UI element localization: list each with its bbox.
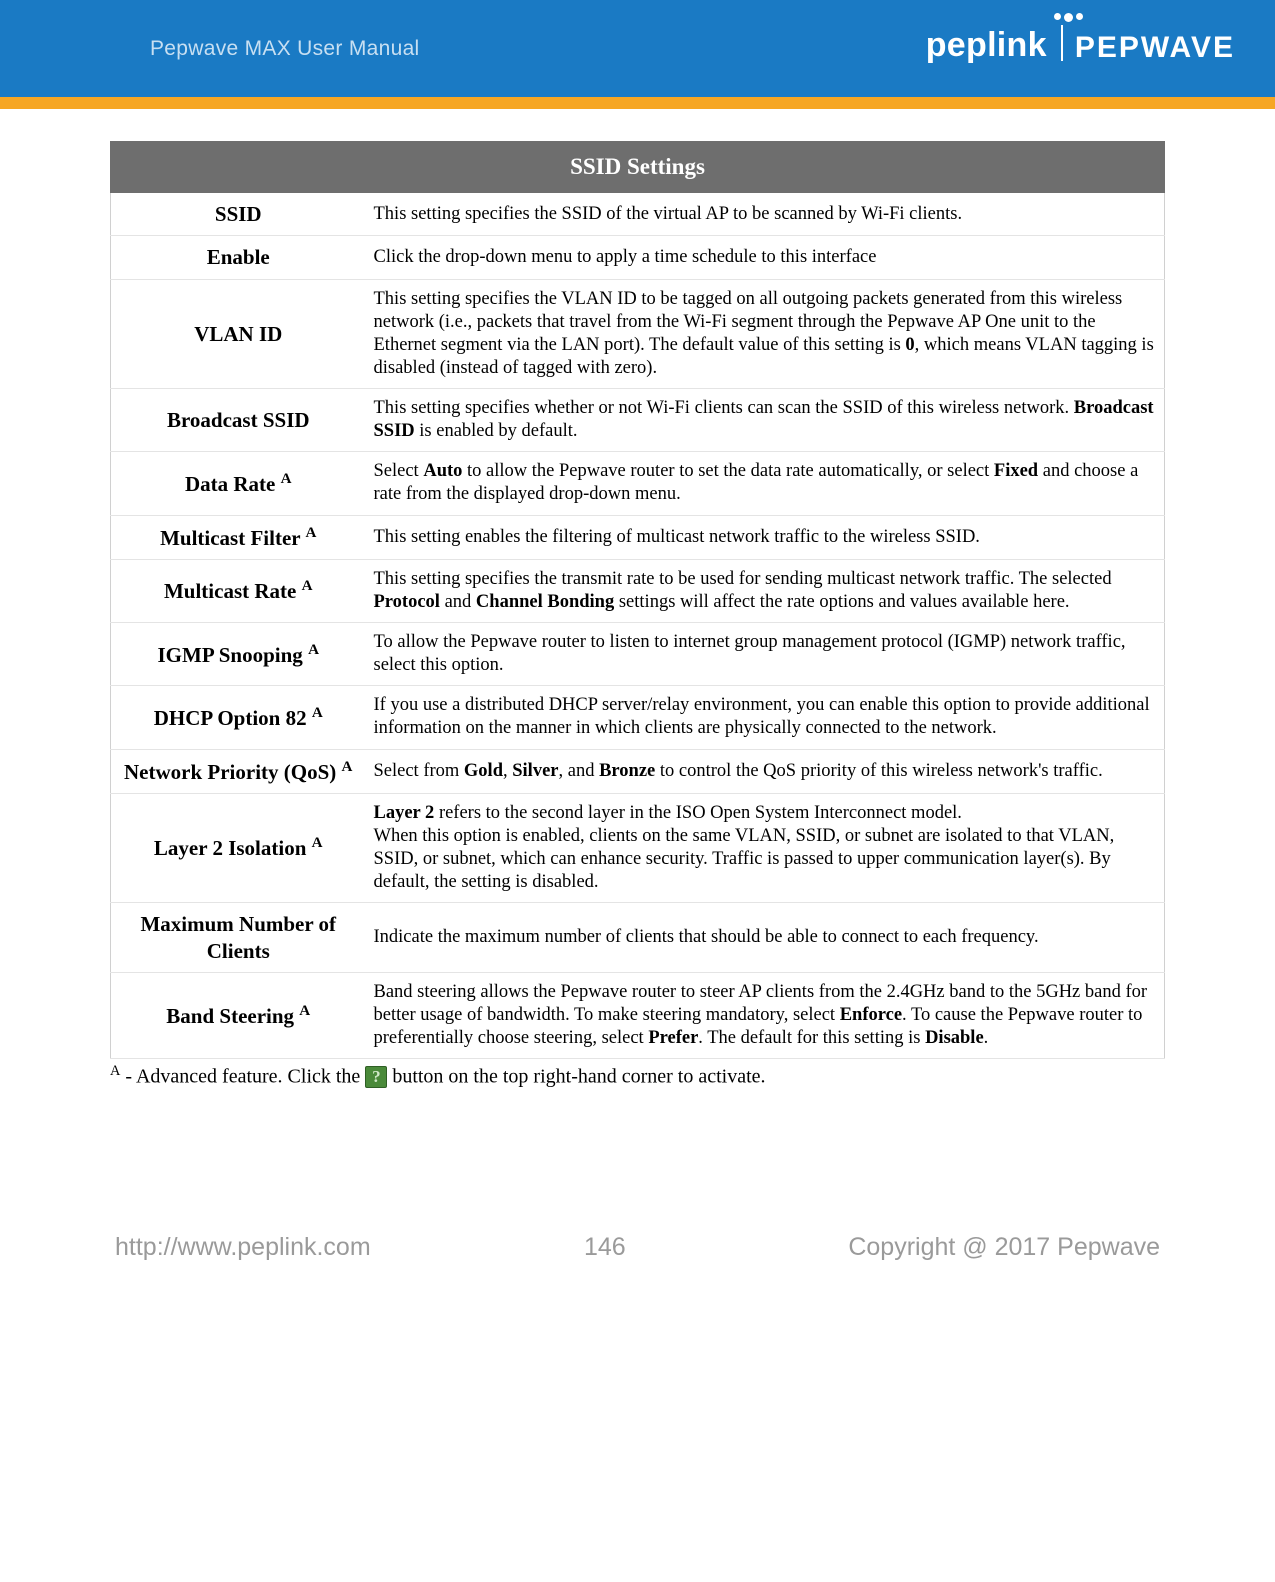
- table-row: Maximum Number of ClientsIndicate the ma…: [111, 903, 1165, 973]
- table-row: Data Rate ASelect Auto to allow the Pepw…: [111, 452, 1165, 515]
- footnote-text-before: - Advanced feature. Click the: [120, 1066, 365, 1088]
- setting-description: This setting specifies whether or not Wi…: [366, 389, 1165, 452]
- brand-logo: peplink PEPWAVE: [926, 25, 1235, 65]
- help-icon[interactable]: ?: [365, 1066, 387, 1088]
- setting-description: Layer 2 refers to the second layer in th…: [366, 793, 1165, 903]
- setting-description: Indicate the maximum number of clients t…: [366, 903, 1165, 973]
- setting-description: Select from Gold, Silver, and Bronze to …: [366, 749, 1165, 793]
- setting-description: This setting specifies the SSID of the v…: [366, 193, 1165, 236]
- accent-strip: [0, 97, 1275, 109]
- setting-label: IGMP Snooping A: [111, 623, 366, 686]
- setting-description: This setting specifies the VLAN ID to be…: [366, 279, 1165, 389]
- page-footer: http://www.peplink.com 146 Copyright @ 2…: [0, 1233, 1275, 1262]
- table-row: Layer 2 Isolation ALayer 2 refers to the…: [111, 793, 1165, 903]
- setting-label: Broadcast SSID: [111, 389, 366, 452]
- brand-peplink: peplink: [926, 26, 1047, 65]
- ssid-settings-table: SSID Settings SSIDThis setting specifies…: [110, 141, 1165, 1059]
- table-row: IGMP Snooping ATo allow the Pepwave rout…: [111, 623, 1165, 686]
- table-row: Broadcast SSIDThis setting specifies whe…: [111, 389, 1165, 452]
- footnote-text-after: button on the top right-hand corner to a…: [387, 1066, 765, 1088]
- setting-description: If you use a distributed DHCP server/rel…: [366, 686, 1165, 749]
- setting-description: This setting specifies the transmit rate…: [366, 559, 1165, 622]
- table-row: Network Priority (QoS) ASelect from Gold…: [111, 749, 1165, 793]
- setting-label: Band Steering A: [111, 972, 366, 1058]
- advanced-footnote: A - Advanced feature. Click the ? button…: [110, 1061, 1165, 1091]
- setting-description: Click the drop-down menu to apply a time…: [366, 236, 1165, 279]
- setting-label: Data Rate A: [111, 452, 366, 515]
- setting-label: Maximum Number of Clients: [111, 903, 366, 973]
- setting-label: VLAN ID: [111, 279, 366, 389]
- table-title: SSID Settings: [111, 142, 1165, 193]
- setting-label: Enable: [111, 236, 366, 279]
- setting-description: This setting enables the filtering of mu…: [366, 515, 1165, 559]
- page-number: 146: [442, 1233, 769, 1262]
- setting-label: Multicast Rate A: [111, 559, 366, 622]
- setting-description: Select Auto to allow the Pepwave router …: [366, 452, 1165, 515]
- setting-label: Multicast Filter A: [111, 515, 366, 559]
- table-row: Multicast Rate AThis setting specifies t…: [111, 559, 1165, 622]
- setting-description: To allow the Pepwave router to listen to…: [366, 623, 1165, 686]
- table-row: Multicast Filter AThis setting enables t…: [111, 515, 1165, 559]
- table-row: DHCP Option 82 AIf you use a distributed…: [111, 686, 1165, 749]
- setting-label: SSID: [111, 193, 366, 236]
- page-content: SSID Settings SSIDThis setting specifies…: [0, 109, 1275, 1091]
- setting-label: Network Priority (QoS) A: [111, 749, 366, 793]
- setting-label: DHCP Option 82 A: [111, 686, 366, 749]
- table-row: VLAN IDThis setting specifies the VLAN I…: [111, 279, 1165, 389]
- setting-description: Band steering allows the Pepwave router …: [366, 972, 1165, 1058]
- page-header: Pepwave MAX User Manual peplink PEPWAVE: [0, 0, 1275, 97]
- footer-copyright: Copyright @ 2017 Pepwave: [768, 1233, 1160, 1262]
- table-row: Band Steering ABand steering allows the …: [111, 972, 1165, 1058]
- brand-pepwave: PEPWAVE: [1075, 31, 1235, 65]
- table-row: SSIDThis setting specifies the SSID of t…: [111, 193, 1165, 236]
- manual-title: Pepwave MAX User Manual: [150, 37, 420, 61]
- setting-label: Layer 2 Isolation A: [111, 793, 366, 903]
- brand-divider: [1061, 25, 1063, 61]
- footer-url: http://www.peplink.com: [115, 1233, 442, 1262]
- logo-dots-icon: [1054, 13, 1083, 22]
- table-row: EnableClick the drop-down menu to apply …: [111, 236, 1165, 279]
- footnote-superscript: A: [110, 1063, 120, 1079]
